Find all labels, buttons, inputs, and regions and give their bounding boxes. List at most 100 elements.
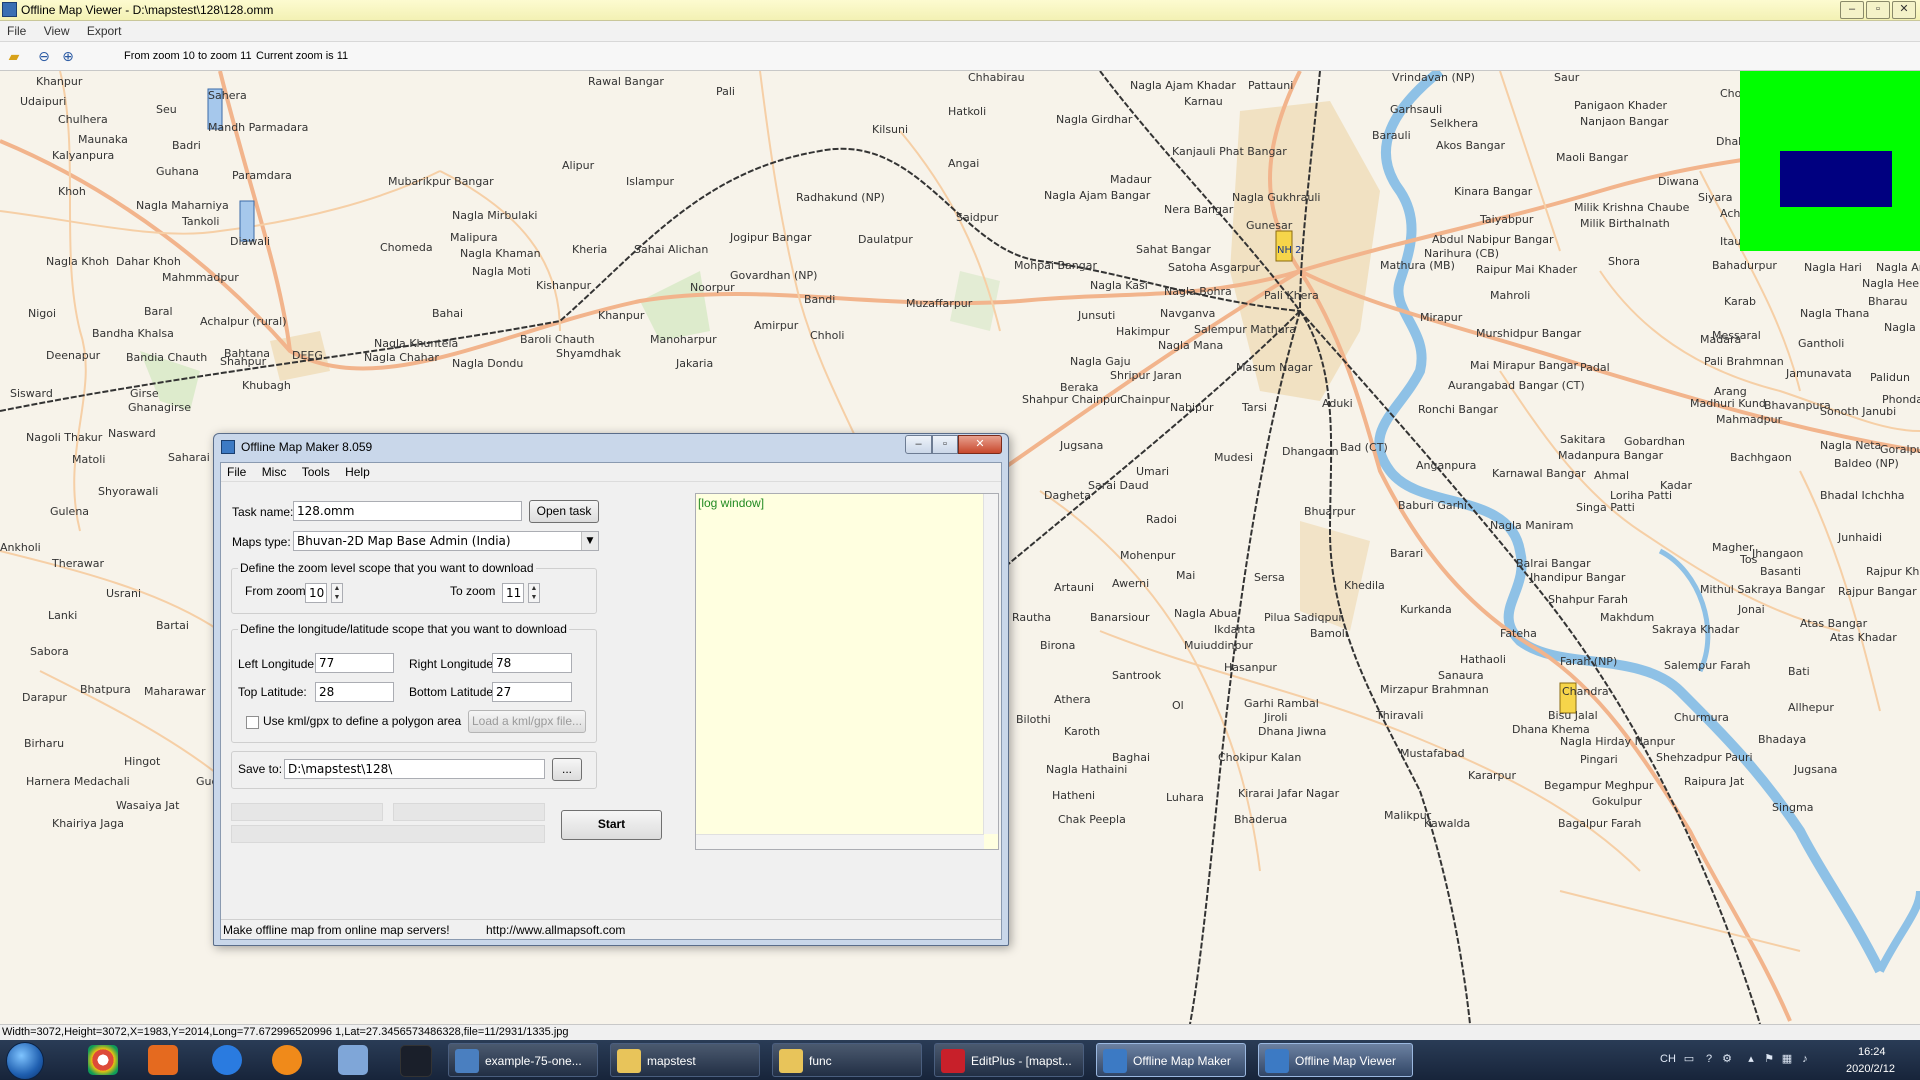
place-label: Badri <box>172 139 201 152</box>
dialog-menu-help[interactable]: Help <box>339 463 376 479</box>
zoom-in-icon[interactable]: ⊕ <box>60 48 76 64</box>
from-zoom-spinner[interactable]: ▲ ▼ <box>331 583 343 603</box>
clock-time[interactable]: 16:24 <box>1858 1046 1886 1058</box>
place-label: Nagla Bohra <box>1164 285 1232 298</box>
nox-icon[interactable] <box>400 1045 432 1077</box>
show-hidden-icons-icon[interactable]: ▴ <box>1744 1052 1758 1066</box>
log-horizontal-scrollbar[interactable] <box>696 834 984 849</box>
minimize-button[interactable]: – <box>1840 1 1864 19</box>
folder-icon <box>617 1049 641 1073</box>
place-label: Kararpur <box>1468 769 1517 782</box>
open-folder-icon[interactable]: ▰ <box>6 48 22 64</box>
place-label: Matoli <box>72 453 106 466</box>
calculator-icon[interactable] <box>338 1045 368 1075</box>
action-center-flag-icon[interactable]: ⚑ <box>1762 1052 1776 1066</box>
maps-type-select[interactable]: Bhuvan-2D Map Base Admin (India) ▼ <box>293 531 599 551</box>
dialog-close-button[interactable]: ✕ <box>958 435 1002 454</box>
media-player-icon[interactable] <box>148 1045 178 1075</box>
menu-view[interactable]: View <box>37 21 77 38</box>
place-label: Jugsana <box>1060 439 1104 452</box>
task-editplus[interactable]: EditPlus - [mapst... <box>934 1043 1084 1077</box>
start-button[interactable] <box>6 1042 44 1080</box>
from-zoom-input[interactable]: 10 <box>305 583 327 603</box>
task-name-input[interactable]: 128.omm <box>293 501 522 521</box>
place-label: Muzaffarpur <box>906 297 973 310</box>
network-icon[interactable]: ▦ <box>1780 1052 1794 1066</box>
place-label: Chainpur <box>1120 393 1170 406</box>
place-label: Baldeo (NP) <box>1834 457 1899 470</box>
save-path-input[interactable]: D:\mapstest\128\ <box>284 759 545 779</box>
internet-explorer-icon[interactable] <box>212 1045 242 1075</box>
menu-file[interactable]: File <box>0 21 33 38</box>
log-vertical-scrollbar[interactable] <box>983 494 998 834</box>
volume-icon[interactable]: ♪ <box>1798 1052 1812 1066</box>
clock-date[interactable]: 2020/2/12 <box>1846 1063 1895 1075</box>
left-longitude-input[interactable]: 77 <box>315 653 394 673</box>
place-label: Pingari <box>1580 753 1618 766</box>
place-label: Nagla Mirbulaki <box>452 209 538 222</box>
log-window[interactable]: [log window] <box>695 493 999 850</box>
dialog-menu-misc[interactable]: Misc <box>256 463 293 479</box>
kml-checkbox[interactable] <box>246 716 259 729</box>
settings-icon[interactable]: ⚙ <box>1720 1052 1734 1066</box>
task-offline-map-maker[interactable]: Offline Map Maker <box>1096 1043 1246 1077</box>
place-label: Dhangaon <box>1282 445 1339 458</box>
place-label: Nagla Kasi <box>1090 279 1148 292</box>
place-label: Gantholi <box>1798 337 1845 350</box>
place-label: Mirzapur Brahmnan <box>1380 683 1489 696</box>
place-label: Kalyanpura <box>52 149 115 162</box>
bottom-latitude-input[interactable]: 27 <box>492 682 572 702</box>
top-latitude-input[interactable]: 28 <box>315 682 394 702</box>
close-button[interactable]: ✕ <box>1892 1 1916 19</box>
place-label: Khedila <box>1344 579 1385 592</box>
place-label: Bamoli <box>1310 627 1348 640</box>
place-label: Nagla Hathaini <box>1046 763 1128 776</box>
dialog-maximize-button[interactable]: ▫ <box>932 435 958 454</box>
place-label: Wasaiya Jat <box>116 799 180 812</box>
task-mapstest-folder[interactable]: mapstest <box>610 1043 760 1077</box>
help-icon[interactable]: ? <box>1702 1052 1716 1066</box>
right-longitude-input[interactable]: 78 <box>492 653 572 673</box>
to-zoom-spinner[interactable]: ▲ ▼ <box>528 583 540 603</box>
language-indicator[interactable]: CH <box>1659 1052 1677 1066</box>
place-label: Pali Brahmnan <box>1704 355 1784 368</box>
place-label: Mahmmadpur <box>162 271 239 284</box>
firefox-icon[interactable] <box>272 1045 302 1075</box>
kml-label: Use kml/gpx to define a polygon area <box>263 714 462 728</box>
dialog-menu-file[interactable]: File <box>221 463 252 479</box>
overview-minimap[interactable] <box>1740 71 1920 251</box>
viewer-window-controls: – ▫ ✕ <box>1840 1 1916 19</box>
zoom-out-icon[interactable]: ⊖ <box>36 48 52 64</box>
overview-viewport-rect[interactable] <box>1780 151 1892 207</box>
place-label: Jakaria <box>676 357 714 370</box>
place-label: Harnera Medachali <box>26 775 130 788</box>
place-label: Jhandipur Bangar <box>1530 571 1626 584</box>
place-label: Sisward <box>10 387 53 400</box>
start-button[interactable]: Start <box>561 810 662 840</box>
place-label: Tankoli <box>182 215 220 228</box>
place-label: Umari <box>1136 465 1170 478</box>
open-task-button[interactable]: Open task ... <box>529 500 599 538</box>
chevron-down-icon[interactable]: ▼ <box>581 532 598 550</box>
chrome-icon[interactable] <box>88 1045 118 1075</box>
load-kml-button[interactable]: Load a kml/gpx file... <box>468 710 586 733</box>
current-zoom-text: Current zoom is 11 <box>256 50 349 62</box>
place-label: Saur <box>1554 71 1580 84</box>
task-offline-map-viewer[interactable]: Offline Map Viewer <box>1258 1043 1413 1077</box>
place-label: Usrani <box>106 587 142 600</box>
menu-export[interactable]: Export <box>80 21 129 38</box>
dialog-minimize-button[interactable]: – <box>905 435 932 454</box>
place-label: Kilsuni <box>872 123 909 136</box>
place-label: Diwana <box>1658 175 1699 188</box>
task-func-folder[interactable]: func <box>772 1043 922 1077</box>
task-label: Offline Map Viewer <box>1295 1054 1396 1068</box>
browse-button[interactable]: ... <box>552 758 582 781</box>
task-example-script[interactable]: example-75-one... <box>448 1043 598 1077</box>
maximize-button[interactable]: ▫ <box>1866 1 1890 19</box>
dialog-status-url[interactable]: http://www.allmapsoft.com <box>486 923 625 937</box>
dialog-menu-tools[interactable]: Tools <box>296 463 336 479</box>
keyboard-icon[interactable]: ▭ <box>1682 1052 1696 1066</box>
place-label: Shahpur Chainpur <box>1022 393 1122 406</box>
to-zoom-input[interactable]: 11 <box>502 583 524 603</box>
place-label: Nagla Neta <box>1820 439 1882 452</box>
